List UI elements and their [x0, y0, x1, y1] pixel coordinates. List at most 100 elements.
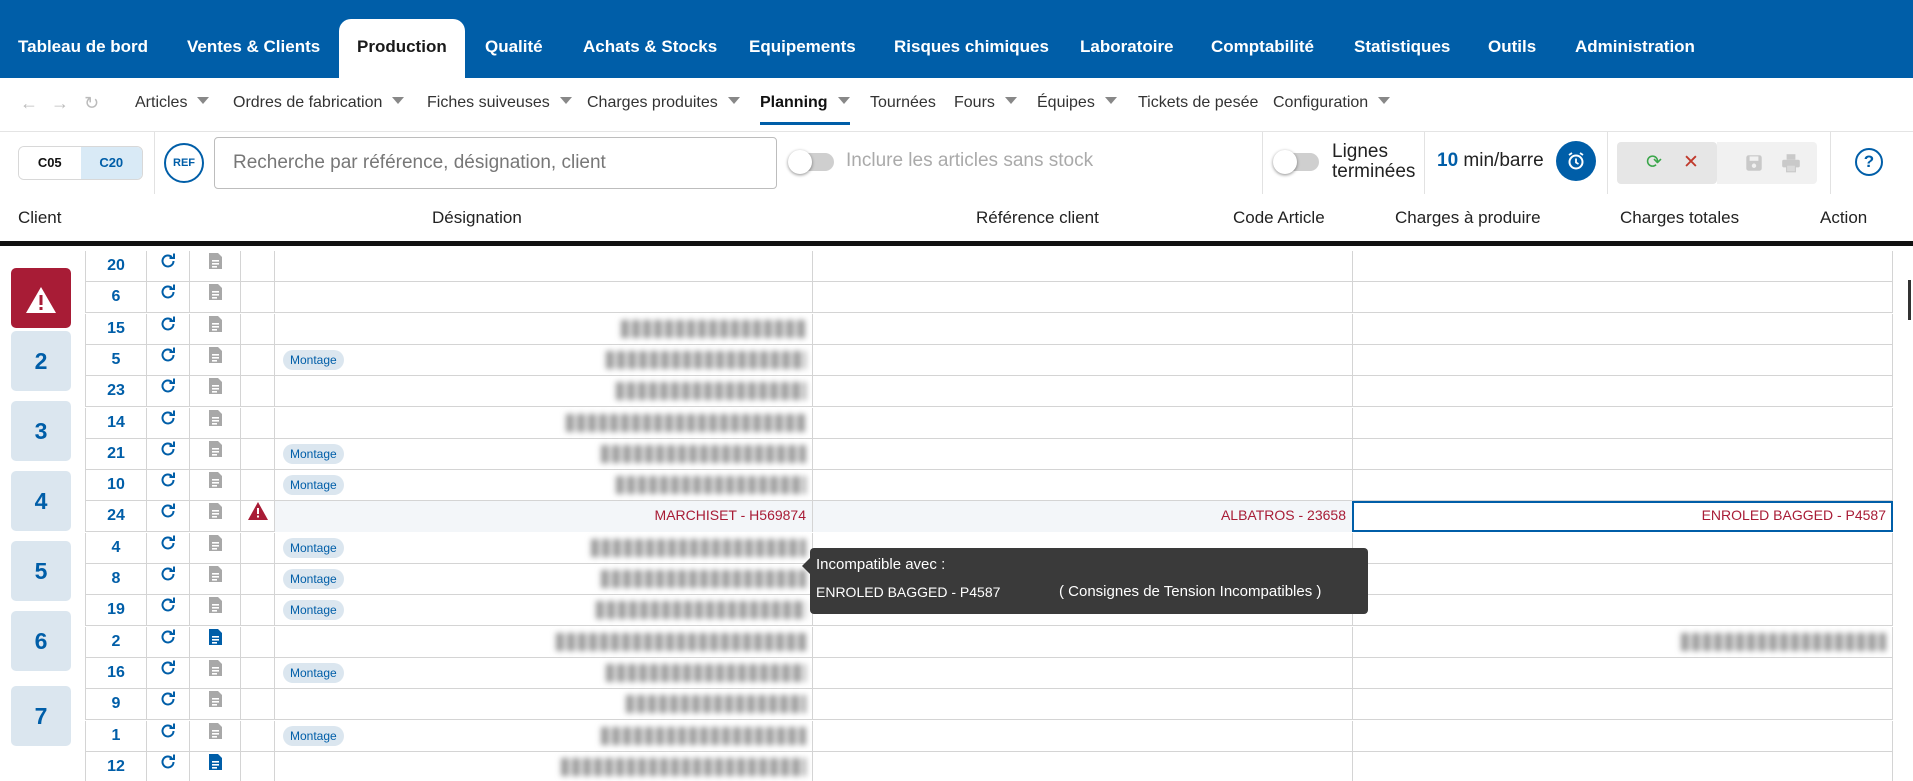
charge-cell[interactable]: [274, 282, 812, 313]
col-designation[interactable]: Désignation: [432, 208, 522, 228]
table-row[interactable]: 24 MARCHISET - H569874 ALBATROS - 23658 ENR…: [85, 501, 1893, 532]
row-number[interactable]: 12: [85, 752, 146, 781]
charge-cell[interactable]: Montage: [274, 595, 812, 626]
charge-cell[interactable]: [1352, 689, 1893, 720]
col-charges-a-produire[interactable]: Charges à produire: [1395, 208, 1541, 228]
refresh-icon[interactable]: [146, 314, 189, 345]
charge-cell[interactable]: Montage: [274, 345, 812, 376]
refresh-icon[interactable]: [146, 345, 189, 376]
col-client[interactable]: Client: [18, 208, 61, 228]
alarm-clock-button[interactable]: [1556, 141, 1596, 181]
document-icon[interactable]: [189, 533, 240, 564]
charge-cell[interactable]: Montage: [274, 439, 812, 470]
refresh-icon[interactable]: [146, 408, 189, 439]
refresh-icon[interactable]: [146, 282, 189, 313]
col-action[interactable]: Action: [1820, 208, 1867, 228]
row-number[interactable]: 15: [85, 314, 146, 345]
charge-cell[interactable]: [274, 408, 812, 439]
refresh-icon[interactable]: [146, 439, 189, 470]
charge-cell[interactable]: [1352, 595, 1893, 626]
subnav-fiches-suiveuses[interactable]: Fiches suiveuses: [427, 94, 572, 112]
table-row[interactable]: 9: [85, 689, 1893, 720]
help-icon[interactable]: ?: [1855, 148, 1883, 176]
subnav-fours[interactable]: Fours: [954, 94, 1017, 112]
table-row[interactable]: 1 Montage: [85, 721, 1893, 752]
document-icon[interactable]: [189, 752, 240, 781]
charge-cell[interactable]: [812, 376, 1352, 407]
refresh-icon[interactable]: [146, 658, 189, 689]
back-arrow-icon[interactable]: ←: [20, 93, 38, 114]
subnav-tournees[interactable]: Tournées: [870, 94, 936, 112]
charge-cell[interactable]: MARCHISET - H569874: [274, 501, 812, 532]
document-icon[interactable]: [189, 564, 240, 595]
subnav-planning[interactable]: Planning: [760, 94, 850, 125]
tab-outils[interactable]: Outils: [1470, 19, 1554, 78]
document-icon[interactable]: [189, 470, 240, 501]
refresh-icon[interactable]: [146, 689, 189, 720]
table-row[interactable]: 2: [85, 627, 1893, 658]
lignes-terminees-toggle[interactable]: [1273, 150, 1319, 174]
charge-cell[interactable]: ENROLED BAGGED - P4587: [1352, 501, 1893, 532]
charge-cell[interactable]: [812, 314, 1352, 345]
charge-cell[interactable]: [274, 251, 812, 282]
charge-cell[interactable]: [812, 282, 1352, 313]
subnav-configuration[interactable]: Configuration: [1273, 94, 1391, 112]
charge-cell[interactable]: [1352, 345, 1893, 376]
col-reference-client[interactable]: Référence client: [976, 208, 1099, 228]
tab-comptabilite[interactable]: Comptabilité: [1193, 19, 1332, 78]
charge-cell[interactable]: [812, 345, 1352, 376]
refresh-icon[interactable]: [146, 533, 189, 564]
tab-administration[interactable]: Administration: [1557, 19, 1713, 78]
table-row[interactable]: 15: [85, 314, 1893, 345]
document-icon[interactable]: [189, 376, 240, 407]
charge-cell[interactable]: [812, 470, 1352, 501]
charge-cell[interactable]: [812, 408, 1352, 439]
charge-cell[interactable]: ALBATROS - 23658: [812, 501, 1352, 532]
tab-ventes-clients[interactable]: Ventes & Clients: [169, 19, 338, 78]
document-icon[interactable]: [189, 314, 240, 345]
row-number[interactable]: 14: [85, 408, 146, 439]
site-c05-button[interactable]: C05: [19, 147, 81, 179]
tab-equipements[interactable]: Equipements: [731, 19, 874, 78]
document-icon[interactable]: [189, 501, 240, 532]
charge-cell[interactable]: [1352, 752, 1893, 781]
include-without-stock-toggle[interactable]: [788, 150, 834, 174]
subnav-ordres-de-fabrication[interactable]: Ordres de fabrication: [233, 94, 405, 112]
table-row[interactable]: 12: [85, 752, 1893, 781]
table-row[interactable]: 20: [85, 251, 1893, 282]
charge-cell[interactable]: [274, 314, 812, 345]
search-input[interactable]: [214, 137, 777, 189]
reload-icon[interactable]: ↻: [84, 93, 99, 114]
refresh-icon[interactable]: [146, 376, 189, 407]
table-row[interactable]: 10 Montage: [85, 470, 1893, 501]
charge-cell[interactable]: [812, 439, 1352, 470]
charge-cell[interactable]: Montage: [274, 721, 812, 752]
document-icon[interactable]: [189, 345, 240, 376]
document-icon[interactable]: [189, 721, 240, 752]
close-icon[interactable]: ✕: [1679, 152, 1703, 174]
tab-production[interactable]: Production: [339, 19, 465, 78]
charge-cell[interactable]: [1352, 314, 1893, 345]
refresh-icon[interactable]: [146, 752, 189, 781]
row-number[interactable]: 24: [85, 501, 146, 532]
document-icon[interactable]: [189, 627, 240, 658]
table-row[interactable]: 21 Montage: [85, 439, 1893, 470]
col-code-article[interactable]: Code Article: [1233, 208, 1325, 228]
tab-laboratoire[interactable]: Laboratoire: [1062, 19, 1192, 78]
charge-cell[interactable]: Montage: [274, 658, 812, 689]
charge-cell[interactable]: [274, 752, 812, 781]
row-number[interactable]: 23: [85, 376, 146, 407]
charge-cell[interactable]: Montage: [274, 533, 812, 564]
row-number[interactable]: 8: [85, 564, 146, 595]
print-icon[interactable]: [1779, 152, 1803, 174]
line-button-2[interactable]: 2: [11, 331, 71, 391]
charge-cell[interactable]: Montage: [274, 564, 812, 595]
charge-cell[interactable]: [1352, 376, 1893, 407]
document-icon[interactable]: [189, 595, 240, 626]
tab-statistiques[interactable]: Statistiques: [1336, 19, 1468, 78]
charge-cell[interactable]: [1352, 658, 1893, 689]
subnav-tickets-de-pesee[interactable]: Tickets de pesée: [1138, 94, 1258, 112]
forward-arrow-icon[interactable]: →: [51, 93, 69, 114]
subnav-charges-produites[interactable]: Charges produites: [587, 94, 740, 112]
refresh-icon[interactable]: [146, 627, 189, 658]
